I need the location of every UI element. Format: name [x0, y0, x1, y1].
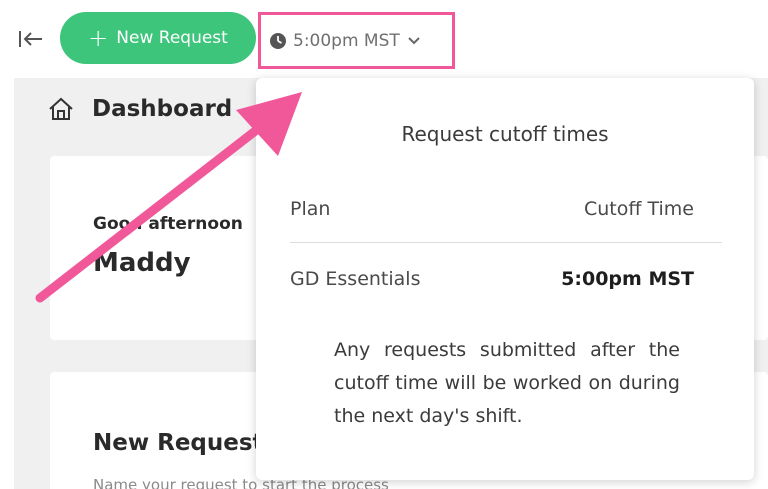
- collapse-sidebar-button[interactable]: [18, 28, 44, 50]
- greeting-name: Maddy: [93, 248, 191, 278]
- cutoff-times-popover: Request cutoff times Plan Cutoff Time GD…: [256, 78, 754, 480]
- page-title: Dashboard: [48, 96, 232, 122]
- page-title-text: Dashboard: [92, 96, 233, 122]
- cutoff-time-value: 5:00pm MST: [293, 30, 400, 51]
- column-header-plan: Plan: [290, 198, 331, 220]
- new-request-button[interactable]: + New Request: [60, 12, 256, 64]
- clock-icon: [270, 32, 286, 49]
- divider: [290, 242, 722, 243]
- column-header-cutoff: Cutoff Time: [583, 198, 694, 220]
- home-icon: [49, 97, 73, 120]
- new-request-label: New Request: [116, 28, 228, 48]
- chevron-down-icon: [408, 36, 420, 44]
- top-toolbar: + New Request 5:00pm MST: [0, 0, 768, 78]
- greeting-text: Good afternoon: [93, 214, 243, 234]
- collapse-left-icon: [19, 31, 42, 47]
- row-plan: GD Essentials: [290, 268, 421, 290]
- popover-table-header: Plan Cutoff Time: [290, 198, 694, 220]
- row-cutoff-time: 5:00pm MST: [561, 268, 694, 290]
- table-row: GD Essentials 5:00pm MST: [290, 268, 694, 290]
- new-request-card-title: New Request: [93, 430, 264, 456]
- cutoff-time-select[interactable]: 5:00pm MST: [258, 12, 455, 69]
- popover-title: Request cutoff times: [401, 122, 609, 146]
- plus-icon: +: [88, 24, 109, 52]
- popover-note: Any requests submitted after the cutoff …: [334, 339, 680, 427]
